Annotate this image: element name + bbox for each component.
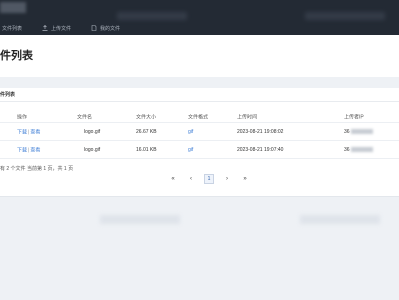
upload-time: 2023-08-21 19:07:40 bbox=[237, 146, 284, 153]
table-row: 下载|查看 logo.gif 16.01 KB gif 2023-08-21 1… bbox=[0, 141, 399, 159]
last-page-button[interactable]: » bbox=[240, 174, 250, 184]
upload-icon bbox=[42, 25, 48, 31]
column-header-format: 文件格式 bbox=[188, 114, 209, 121]
view-link[interactable]: 查看 bbox=[30, 147, 40, 153]
page-header: 件列表 bbox=[0, 35, 399, 77]
view-link[interactable]: 查看 bbox=[30, 129, 40, 135]
download-link[interactable]: 下载 bbox=[17, 147, 27, 153]
nav-item-label: 我的文件 bbox=[100, 25, 121, 32]
watermark bbox=[300, 215, 380, 224]
divider bbox=[0, 196, 399, 197]
next-page-button[interactable]: › bbox=[222, 174, 232, 184]
redacted-ip bbox=[350, 146, 373, 152]
file-format: gif bbox=[188, 146, 194, 153]
watermark bbox=[305, 12, 385, 20]
column-header-filename: 文件名 bbox=[77, 114, 93, 121]
row-actions: 下载|查看 bbox=[17, 128, 40, 135]
main-nav: 文件列表 上传文件 我的文件 bbox=[0, 22, 120, 34]
nav-item-label: 上传文件 bbox=[51, 25, 72, 32]
ip-prefix: 36 bbox=[344, 128, 350, 135]
file-name: logo.gif bbox=[84, 128, 101, 135]
column-header-upload-time: 上传时间 bbox=[237, 114, 258, 121]
nav-item-my-files[interactable]: 我的文件 bbox=[91, 25, 120, 32]
table-row: 下载|查看 logo.gif 26.67 KB gif 2023-08-21 1… bbox=[0, 123, 399, 141]
ip-prefix: 36 bbox=[344, 146, 350, 153]
column-header-action: 操作 bbox=[17, 114, 28, 121]
nav-item-file-list[interactable]: 文件列表 bbox=[0, 25, 22, 32]
column-header-size: 文件大小 bbox=[136, 114, 157, 121]
redacted-ip bbox=[350, 128, 373, 134]
download-link[interactable]: 下载 bbox=[17, 129, 27, 135]
prev-page-button[interactable]: ‹ bbox=[186, 174, 196, 184]
divider bbox=[0, 101, 399, 102]
file-size: 26.67 KB bbox=[136, 128, 157, 135]
first-page-button[interactable]: « bbox=[168, 174, 178, 184]
uploader-ip: 36 bbox=[344, 147, 373, 153]
current-page-button[interactable]: 1 bbox=[204, 174, 214, 184]
row-actions: 下载|查看 bbox=[17, 146, 40, 153]
upload-time: 2023-08-21 19:08:02 bbox=[237, 128, 284, 135]
table-header: 操作 文件名 文件大小 文件格式 上传时间 上传者IP bbox=[0, 112, 399, 123]
brand-logo bbox=[0, 2, 26, 13]
nav-item-label: 文件列表 bbox=[2, 25, 23, 32]
file-size: 16.01 KB bbox=[136, 146, 157, 153]
nav-item-upload[interactable]: 上传文件 bbox=[42, 25, 71, 32]
watermark bbox=[100, 215, 180, 224]
pagination-summary: 有 2 个文件 当前第 1 页，共 1 页 bbox=[0, 166, 74, 172]
top-bar: 文件列表 上传文件 我的文件 bbox=[0, 0, 399, 35]
file-name: logo.gif bbox=[84, 146, 101, 153]
file-icon bbox=[91, 25, 97, 31]
pagination: « ‹ 1 › » bbox=[168, 174, 250, 184]
page-title: 件列表 bbox=[0, 50, 33, 62]
panel-title: 件列表 bbox=[0, 92, 16, 98]
uploader-ip: 36 bbox=[344, 129, 373, 135]
column-header-uploader-ip: 上传者IP bbox=[344, 114, 364, 121]
watermark bbox=[117, 12, 187, 20]
file-table: 操作 文件名 文件大小 文件格式 上传时间 上传者IP 下载|查看 logo.g… bbox=[0, 112, 399, 159]
file-format: gif bbox=[188, 128, 194, 135]
